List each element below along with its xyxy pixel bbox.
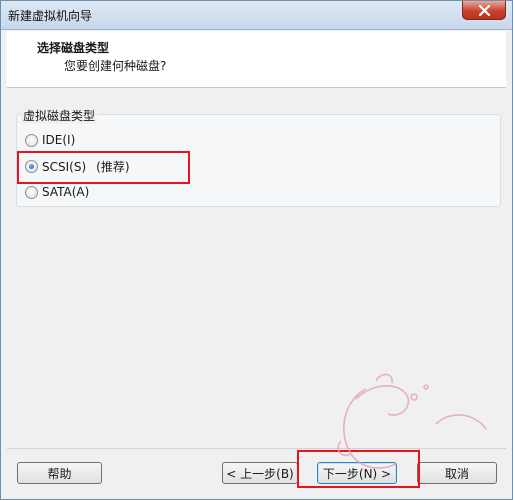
radio-ide[interactable]: IDE(I) xyxy=(25,133,75,147)
close-button[interactable] xyxy=(462,1,506,20)
wizard-window: 新建虚拟机向导 选择磁盘类型 您要创建何种磁盘? 虚拟磁盘类型 IDE(I) S… xyxy=(0,0,513,500)
group-label: 虚拟磁盘类型 xyxy=(21,107,98,124)
page-subtitle: 您要创建何种磁盘? xyxy=(64,59,167,73)
wizard-header: 选择磁盘类型 您要创建何种磁盘? xyxy=(7,31,506,88)
wizard-body: 虚拟磁盘类型 IDE(I) SCSI(S) (推荐) SATA(A) 帮助 < … xyxy=(7,89,506,495)
back-button[interactable]: < 上一步(B) xyxy=(222,462,298,484)
radio-label-sata: SATA(A) xyxy=(42,185,90,199)
next-highlight-annotation xyxy=(297,450,420,488)
footer-divider xyxy=(7,448,506,449)
radio-button-sata[interactable] xyxy=(25,185,38,199)
title-bar[interactable]: 新建虚拟机向导 xyxy=(1,1,512,30)
window-title: 新建虚拟机向导 xyxy=(8,9,93,23)
radio-label-ide: IDE(I) xyxy=(42,133,76,147)
close-icon xyxy=(478,5,491,16)
radio-sata[interactable]: SATA(A) xyxy=(25,185,89,199)
scsi-highlight-annotation xyxy=(17,151,190,184)
radio-button-ide[interactable] xyxy=(25,133,38,147)
cancel-button[interactable]: 取消 xyxy=(417,462,497,484)
help-button[interactable]: 帮助 xyxy=(17,462,102,484)
page-title: 选择磁盘类型 xyxy=(37,41,110,55)
